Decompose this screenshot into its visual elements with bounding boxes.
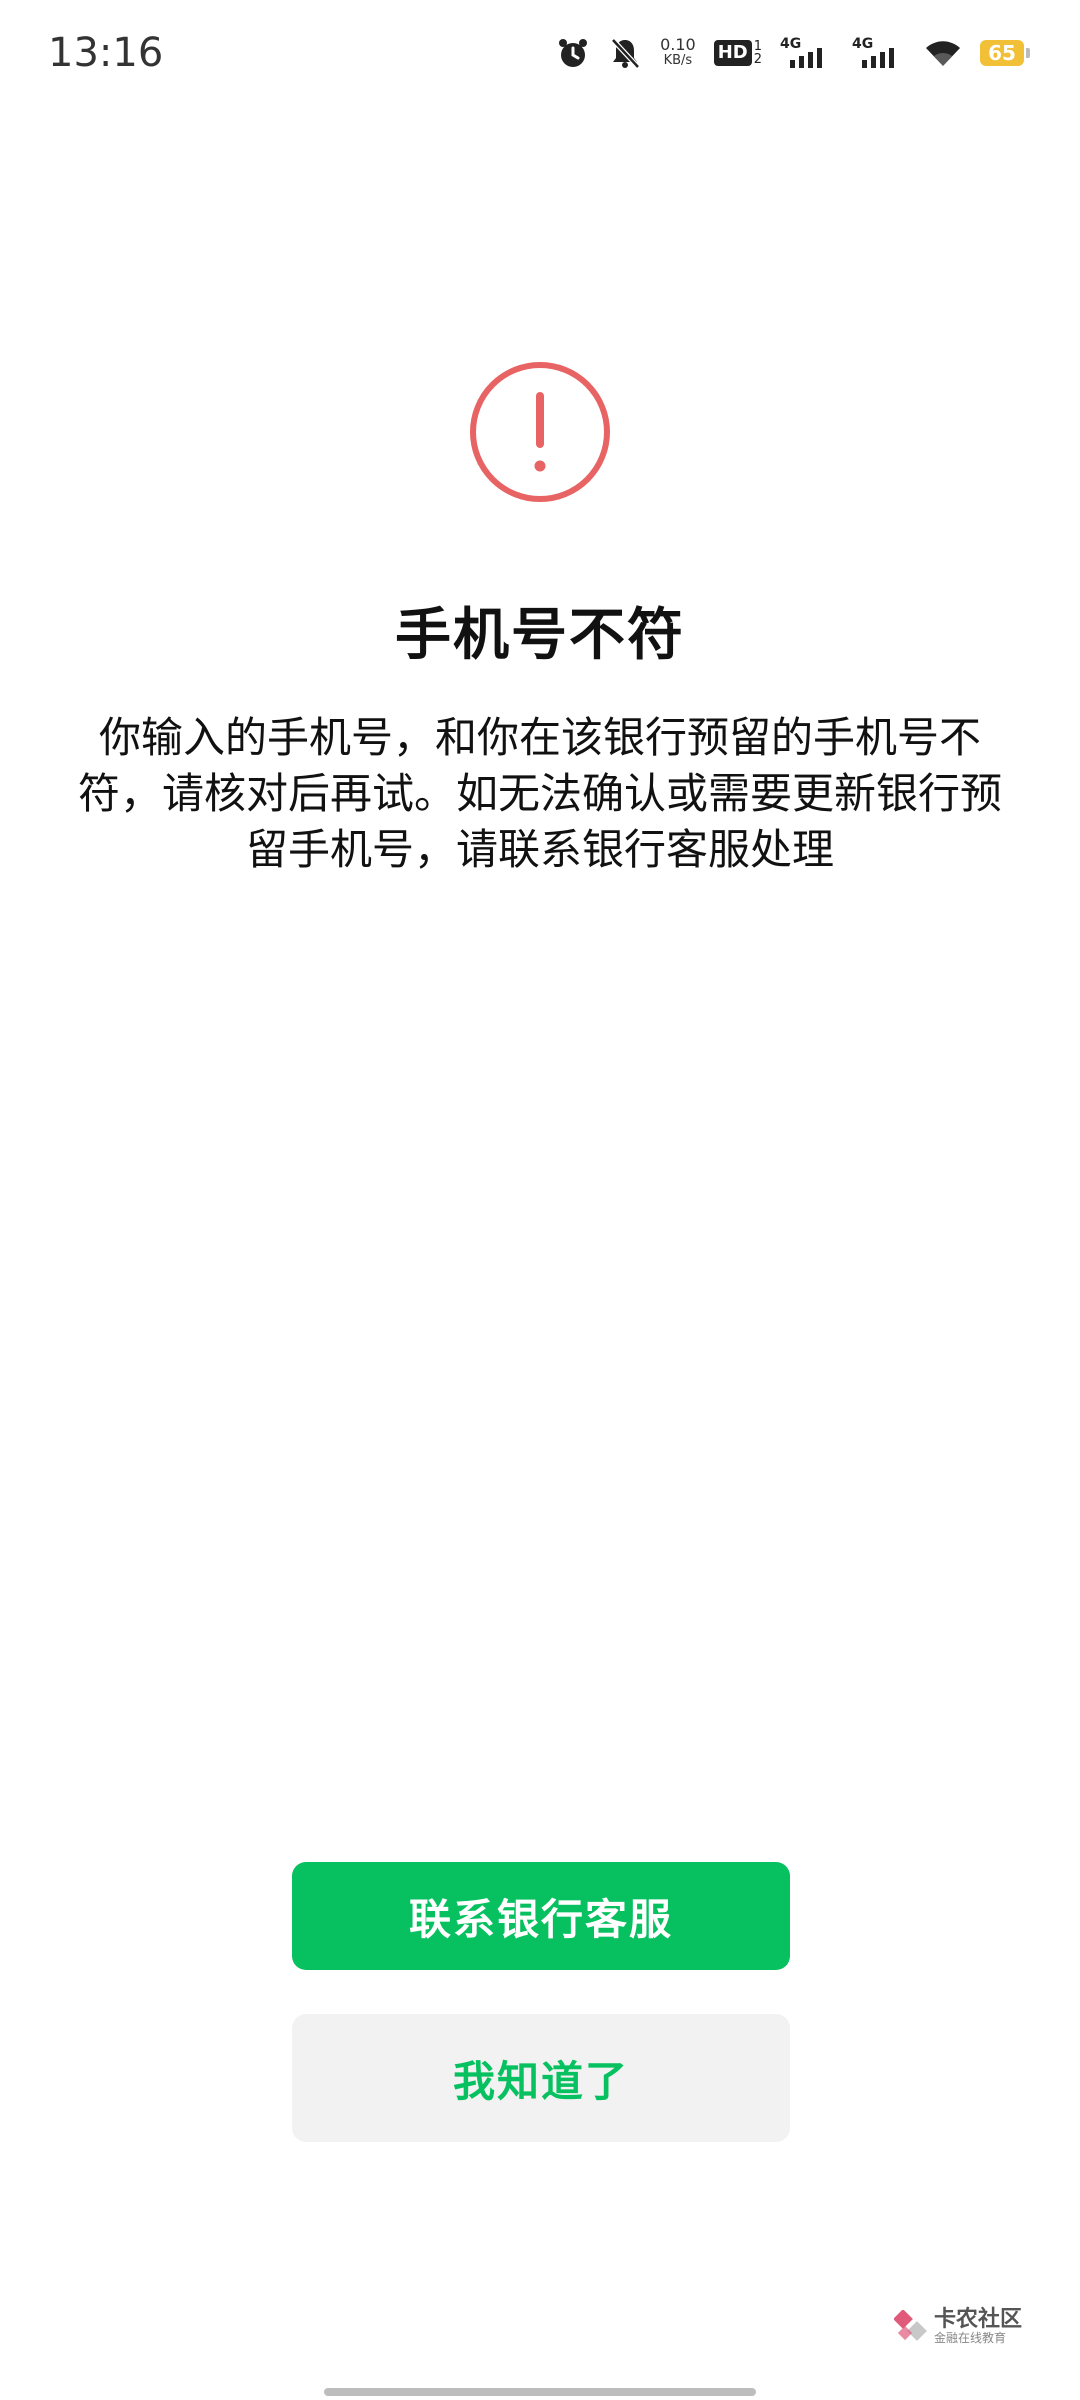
network-speed-value: 0.10: [660, 35, 696, 54]
status-icons: 0.10 KB/s HD 1 2 4G 4G 65: [556, 36, 1030, 70]
alarm-icon: [556, 36, 590, 70]
battery-tip: [1026, 48, 1030, 58]
watermark-sub: 金融在线教育: [933, 2331, 1006, 2346]
signal-1-label: 4G: [780, 36, 801, 52]
hd-sim-numbers: 1 2: [754, 40, 762, 66]
signal-1-icon: 4G: [780, 36, 834, 70]
alert-message: 你输入的手机号，和你在该银行预留的手机号不符，请核对后再试。如无法确认或需要更新…: [77, 713, 1002, 874]
network-speed-unit: KB/s: [663, 53, 693, 68]
status-time: 13:16: [48, 30, 164, 76]
wifi-icon: [924, 38, 962, 68]
mute-bell-icon: [608, 36, 642, 70]
battery-level: 65: [980, 40, 1024, 66]
watermark-text: 卡农社区 金融在线教育: [933, 2307, 1022, 2346]
network-speed: 0.10 KB/s: [660, 37, 696, 69]
signal-2-label: 4G: [852, 36, 873, 52]
screen: 13:16 0.10 KB/s HD 1 2 4G 4G 65 手机号不符 你输…: [0, 0, 1080, 2400]
hd-voice-icon: HD 1 2: [713, 40, 762, 66]
hd-sub-bottom: 2: [753, 52, 762, 67]
watermark-logo-icon: [893, 2309, 927, 2341]
acknowledge-button[interactable]: 我知道了: [292, 2014, 790, 2142]
status-bar: 13:16 0.10 KB/s HD 1 2 4G 4G 65: [0, 0, 1080, 120]
contact-bank-service-button[interactable]: 联系银行客服: [292, 1862, 790, 1970]
hd-label: HD: [713, 40, 752, 66]
home-indicator[interactable]: [324, 2388, 756, 2396]
signal-2-icon: 4G: [852, 36, 906, 70]
page-title: 手机号不符: [395, 603, 685, 668]
watermark: 卡农社区 金融在线教育: [893, 2307, 1022, 2346]
battery-icon: 65: [980, 40, 1030, 66]
watermark-main: 卡农社区: [933, 2307, 1022, 2332]
exclamation-circle-icon: [470, 362, 610, 502]
